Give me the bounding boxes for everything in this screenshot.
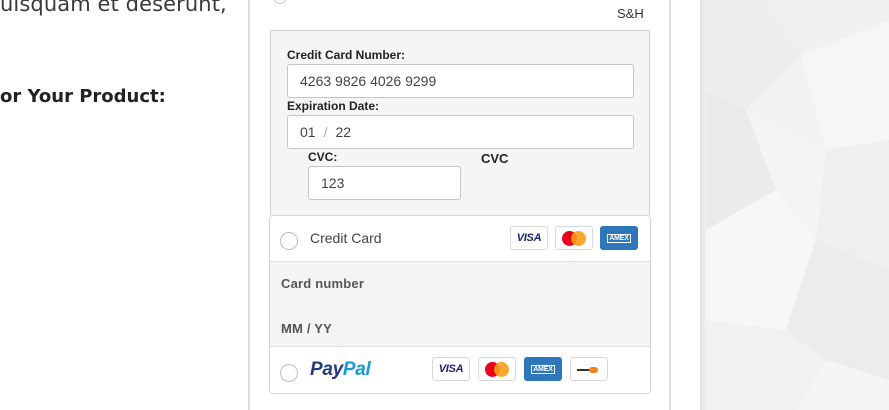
card-number-value: 4263 9826 4026 9299 xyxy=(300,73,437,89)
amex-text: AMEX xyxy=(531,364,555,374)
shipping-handling-label: S&H xyxy=(617,6,644,21)
amex-icon: AMEX xyxy=(524,357,562,381)
visa-icon: VISA xyxy=(432,357,470,381)
card-number-label: Credit Card Number: xyxy=(287,48,406,62)
expiry-field[interactable]: MM / YY xyxy=(281,321,332,336)
paypal-logo: PayPal xyxy=(310,359,371,381)
cvc-label: CVC: xyxy=(308,150,338,164)
paypal-option[interactable]: PayPal VISA AMEX xyxy=(270,347,650,393)
expiration-label: Expiration Date: xyxy=(287,99,380,113)
page-content-left: uisquam et deserunt, or Your Product: xyxy=(0,0,248,410)
paypal-pal: Pal xyxy=(342,359,371,380)
visa-text: VISA xyxy=(516,232,542,244)
credit-card-option-label: Credit Card xyxy=(310,230,382,246)
paypal-radio[interactable] xyxy=(280,364,298,382)
exp-month-value: 01 xyxy=(300,124,316,140)
expiration-input[interactable]: 01 / 22 xyxy=(287,115,634,149)
visa-text: VISA xyxy=(438,363,464,375)
credit-card-option[interactable]: Credit Card VISA AMEX xyxy=(270,216,650,262)
paypal-pay: Pay xyxy=(310,359,343,380)
cvc-value: 123 xyxy=(321,175,345,191)
card-fields: Card number MM / YY xyxy=(270,262,650,347)
exp-year-value: 22 xyxy=(335,124,352,140)
credit-card-radio[interactable] xyxy=(280,232,298,250)
card-number-input[interactable]: 4263 9826 4026 9299 xyxy=(287,64,634,98)
exp-separator: / xyxy=(323,124,328,140)
cvc-side-label: CVC xyxy=(481,151,509,166)
mastercard-icon xyxy=(478,357,516,381)
discover-icon xyxy=(570,357,608,381)
background-pattern xyxy=(706,0,889,410)
payment-method-selector: Credit Card VISA AMEX Card number MM / Y… xyxy=(269,215,651,394)
product-heading: or Your Product: xyxy=(0,86,166,107)
mastercard-icon xyxy=(555,226,593,250)
cvc-input[interactable]: 123 xyxy=(308,166,461,200)
paragraph-fragment: uisquam et deserunt, xyxy=(0,0,227,16)
credit-card-form: Credit Card Number: 4263 9826 4026 9299 … xyxy=(270,30,650,216)
panel-border-left xyxy=(248,0,250,410)
amex-text: AMEX xyxy=(607,233,631,243)
amex-icon: AMEX xyxy=(600,226,638,250)
visa-icon: VISA xyxy=(510,226,548,250)
card-number-field[interactable]: Card number xyxy=(281,276,364,291)
shipping-option-radio[interactable] xyxy=(273,0,287,4)
